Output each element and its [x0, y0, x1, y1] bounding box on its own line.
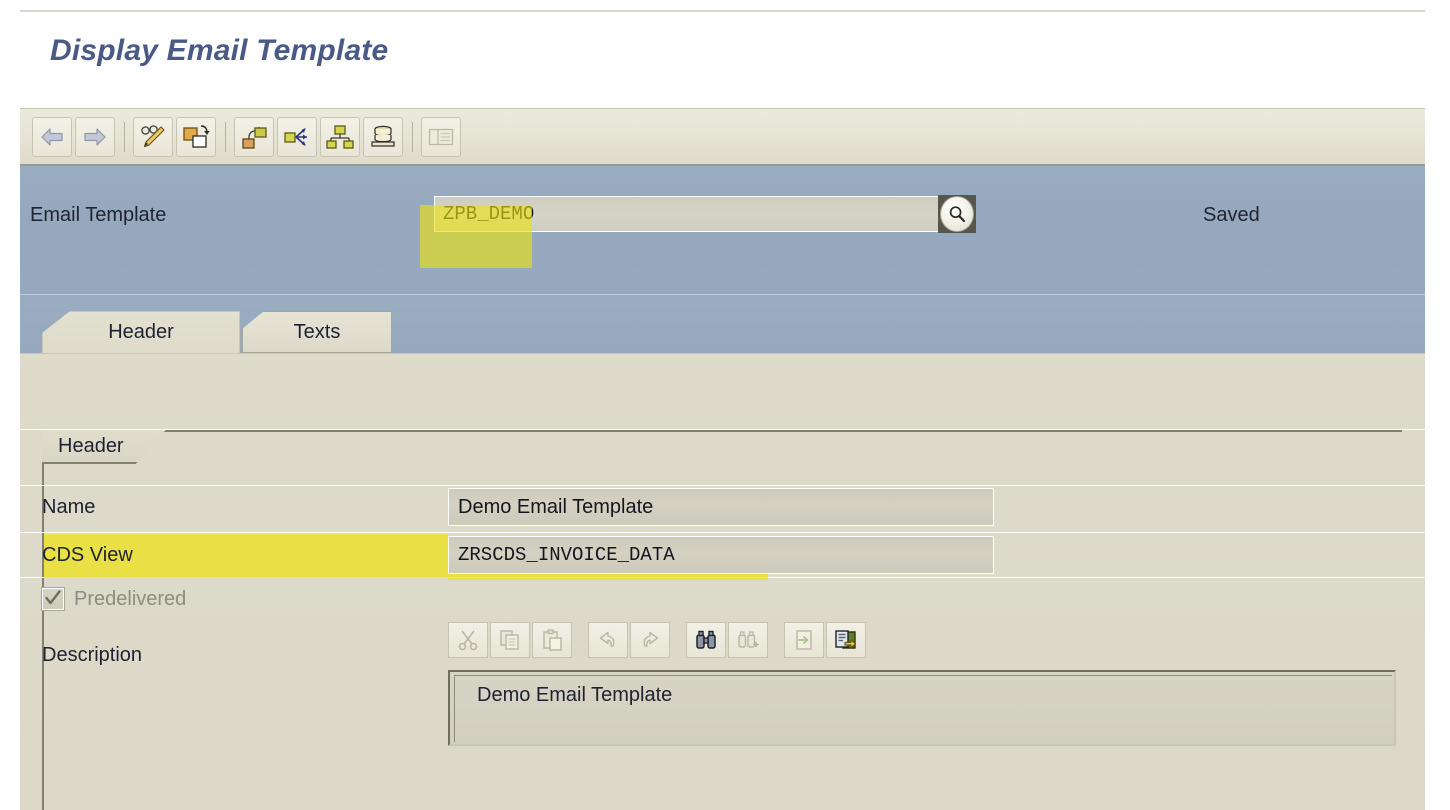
glasses-pencil-icon: [139, 124, 167, 150]
expand-graph-button[interactable]: [277, 117, 317, 157]
name-input[interactable]: Demo Email Template: [448, 488, 994, 526]
cds-view-input[interactable]: ZRSCDS_INVOICE_DATA: [448, 536, 994, 574]
layers-stack-icon: [369, 124, 397, 150]
page-title: Display Email Template: [50, 34, 389, 67]
tab-header[interactable]: Header: [42, 311, 240, 353]
tab-content-header: Header Name Demo Email Template CDS View…: [20, 353, 1425, 810]
toolbar-separator: [225, 122, 226, 152]
where-used-icon: [240, 124, 268, 150]
where-used-button[interactable]: [234, 117, 274, 157]
redo-button[interactable]: [630, 622, 670, 658]
stack-button[interactable]: [363, 117, 403, 157]
row-separator: [20, 532, 1425, 533]
sap-gui-window: Display Email Template Email Template ZP…: [20, 10, 1425, 810]
find-button[interactable]: [686, 622, 726, 658]
redo-arrow-icon: [639, 629, 661, 651]
checkmark-icon: [43, 588, 63, 608]
cds-view-label: CDS View: [42, 544, 133, 566]
forward-arrow-icon: [82, 127, 108, 147]
status-text: Saved: [1203, 204, 1260, 226]
back-button[interactable]: [32, 117, 72, 157]
row-predelivered[interactable]: Predelivered: [41, 580, 342, 620]
undo-arrow-icon: [597, 629, 619, 651]
scissors-icon: [457, 629, 479, 651]
display-change-button[interactable]: [133, 117, 173, 157]
copy-pages-icon: [499, 629, 521, 651]
name-label: Name: [42, 496, 96, 518]
row-separator: [20, 485, 1425, 486]
description-editor-toolbar: [448, 622, 868, 658]
hierarchy-icon: [326, 124, 354, 150]
paste-button[interactable]: [532, 622, 572, 658]
window-titlebar: Display Email Template: [20, 10, 1425, 90]
toolbar-separator: [412, 122, 413, 152]
search-magnifier-icon: [947, 204, 967, 224]
email-template-f4-help-button[interactable]: [938, 195, 976, 233]
copy-object-button[interactable]: [176, 117, 216, 157]
expand-arrows-icon: [283, 124, 311, 150]
email-template-input[interactable]: ZPB_DEMO: [434, 196, 938, 232]
copy-button[interactable]: [490, 622, 530, 658]
tab-texts[interactable]: Texts: [242, 311, 392, 353]
toolbar-separator: [124, 122, 125, 152]
tab-strip: Header Texts: [20, 295, 1425, 353]
copy-object-icon: [182, 124, 210, 150]
table-view-button[interactable]: [421, 117, 461, 157]
table-icon: [428, 127, 454, 147]
predelivered-label: Predelivered: [74, 588, 187, 610]
description-label: Description: [42, 644, 143, 666]
description-textarea-inner: Demo Email Template: [454, 675, 1392, 742]
email-template-field-group: ZPB_DEMO: [434, 195, 976, 233]
import-document-icon: [793, 629, 815, 651]
header-group-title: Header: [42, 430, 166, 464]
predelivered-checkbox[interactable]: [41, 587, 65, 611]
row-separator: [20, 577, 1425, 578]
binoculars-plus-icon: [737, 629, 759, 651]
find-next-button[interactable]: [728, 622, 768, 658]
application-toolbar: [20, 108, 1425, 166]
import-button[interactable]: [784, 622, 824, 658]
clipboard-paste-icon: [541, 629, 563, 651]
export-button[interactable]: [826, 622, 866, 658]
hierarchy-button[interactable]: [320, 117, 360, 157]
row-separator: [20, 429, 1425, 430]
description-textarea[interactable]: Demo Email Template: [448, 670, 1396, 746]
forward-button[interactable]: [75, 117, 115, 157]
binoculars-icon: [695, 629, 717, 651]
header-group-box: Header: [42, 430, 1402, 810]
email-template-label: Email Template: [30, 204, 167, 226]
back-arrow-icon: [39, 127, 65, 147]
description-text: Demo Email Template: [477, 684, 673, 706]
header-selection-bar: Email Template ZPB_DEMO Saved: [20, 166, 1425, 295]
cut-button[interactable]: [448, 622, 488, 658]
export-document-icon: [834, 629, 858, 651]
undo-button[interactable]: [588, 622, 628, 658]
